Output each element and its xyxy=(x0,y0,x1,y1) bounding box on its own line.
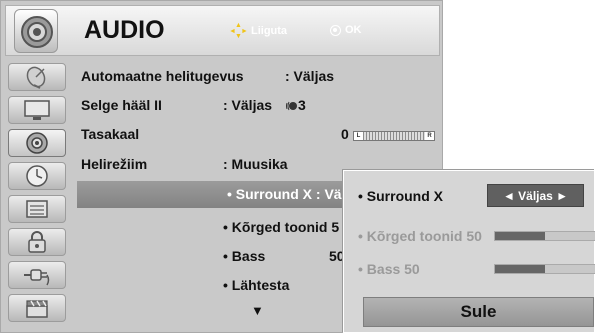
speaker-icon xyxy=(26,132,48,154)
input-plug-icon xyxy=(24,269,50,286)
category-sidebar xyxy=(5,61,69,329)
dpad-icon: ▲ ◄ ► ▼ xyxy=(229,22,248,40)
monitor-icon xyxy=(24,100,50,120)
lock-icon xyxy=(28,231,46,253)
surround-label: • Surround X : Vä xyxy=(227,186,342,202)
clear-voice-level: 3 xyxy=(298,97,306,113)
auto-volume-label: Automaatne helitugevus xyxy=(81,68,244,84)
balance-left-marker: L xyxy=(354,132,363,140)
surround-selector[interactable]: ◄ Väljas ► xyxy=(487,184,584,207)
treble-level-bar xyxy=(494,231,595,241)
popup-treble-label: • Kõrged toonid 50 xyxy=(358,228,482,244)
clapperboard-icon xyxy=(26,300,48,318)
ok-hint: OK xyxy=(330,24,362,36)
sound-mode-label: Helirežiim xyxy=(81,156,148,172)
speaker-icon xyxy=(14,9,58,53)
surround-selector-value: ◄ Väljas ► xyxy=(502,188,569,203)
page-title: AUDIO xyxy=(84,16,165,44)
sidebar-item-picture[interactable] xyxy=(8,96,66,124)
close-button[interactable]: Sule xyxy=(363,297,594,327)
popup-surround-label: • Surround X xyxy=(358,188,444,204)
balance-slider[interactable]: L R xyxy=(353,131,435,141)
satellite-dish-icon xyxy=(26,66,46,89)
sidebar-item-lock[interactable] xyxy=(8,228,66,256)
clock-icon xyxy=(26,165,48,187)
treble-label: • Kõrged toonid 5 xyxy=(223,219,340,235)
auto-volume-value: : Väljas xyxy=(285,68,335,84)
clear-voice-label: Selge hääl II xyxy=(81,97,162,113)
balance-value: 0 xyxy=(341,126,349,142)
menu-row-auto-volume[interactable]: Automaatne helitugevus : Väljas xyxy=(73,65,440,89)
menu-row-clear-voice[interactable]: Selge hääl II : Väljas 3 xyxy=(73,94,440,118)
balance-right-marker: R xyxy=(425,132,434,140)
clear-voice-value: : Väljas xyxy=(223,97,273,113)
treble-level-fill xyxy=(495,232,545,240)
voice-icon xyxy=(286,99,298,115)
sidebar-item-audio[interactable] xyxy=(8,129,66,157)
sidebar-item-input[interactable] xyxy=(8,261,66,289)
scroll-down-icon[interactable]: ▼ xyxy=(251,303,264,318)
sidebar-item-channels[interactable] xyxy=(8,63,66,91)
menu-row-balance[interactable]: Tasakaal 0 L R xyxy=(73,123,440,147)
sidebar-item-option[interactable] xyxy=(8,195,66,223)
reset-label: • Lähtesta xyxy=(223,277,290,293)
navigation-hint-label: Liiguta xyxy=(251,25,288,37)
bass-level-fill xyxy=(495,265,545,273)
ok-button-icon xyxy=(330,24,341,36)
bass-label: • Bass xyxy=(223,248,266,264)
sidebar-item-time[interactable] xyxy=(8,162,66,190)
menu-header: AUDIO ▲ ◄ ► ▼ Liiguta OK xyxy=(5,5,440,56)
surround-popup: • Surround X ◄ Väljas ► • Kõrged toonid … xyxy=(343,170,595,333)
popup-bass-label: • Bass 50 xyxy=(358,261,420,277)
sound-mode-value: : Muusika xyxy=(223,156,288,172)
ok-hint-label: OK xyxy=(345,24,362,36)
navigation-hint: ▲ ◄ ► ▼ Liiguta xyxy=(229,22,287,40)
sidebar-item-movie[interactable] xyxy=(8,294,66,322)
bass-level-bar xyxy=(494,264,595,274)
balance-label: Tasakaal xyxy=(81,126,140,142)
settings-panel-icon xyxy=(26,200,48,218)
